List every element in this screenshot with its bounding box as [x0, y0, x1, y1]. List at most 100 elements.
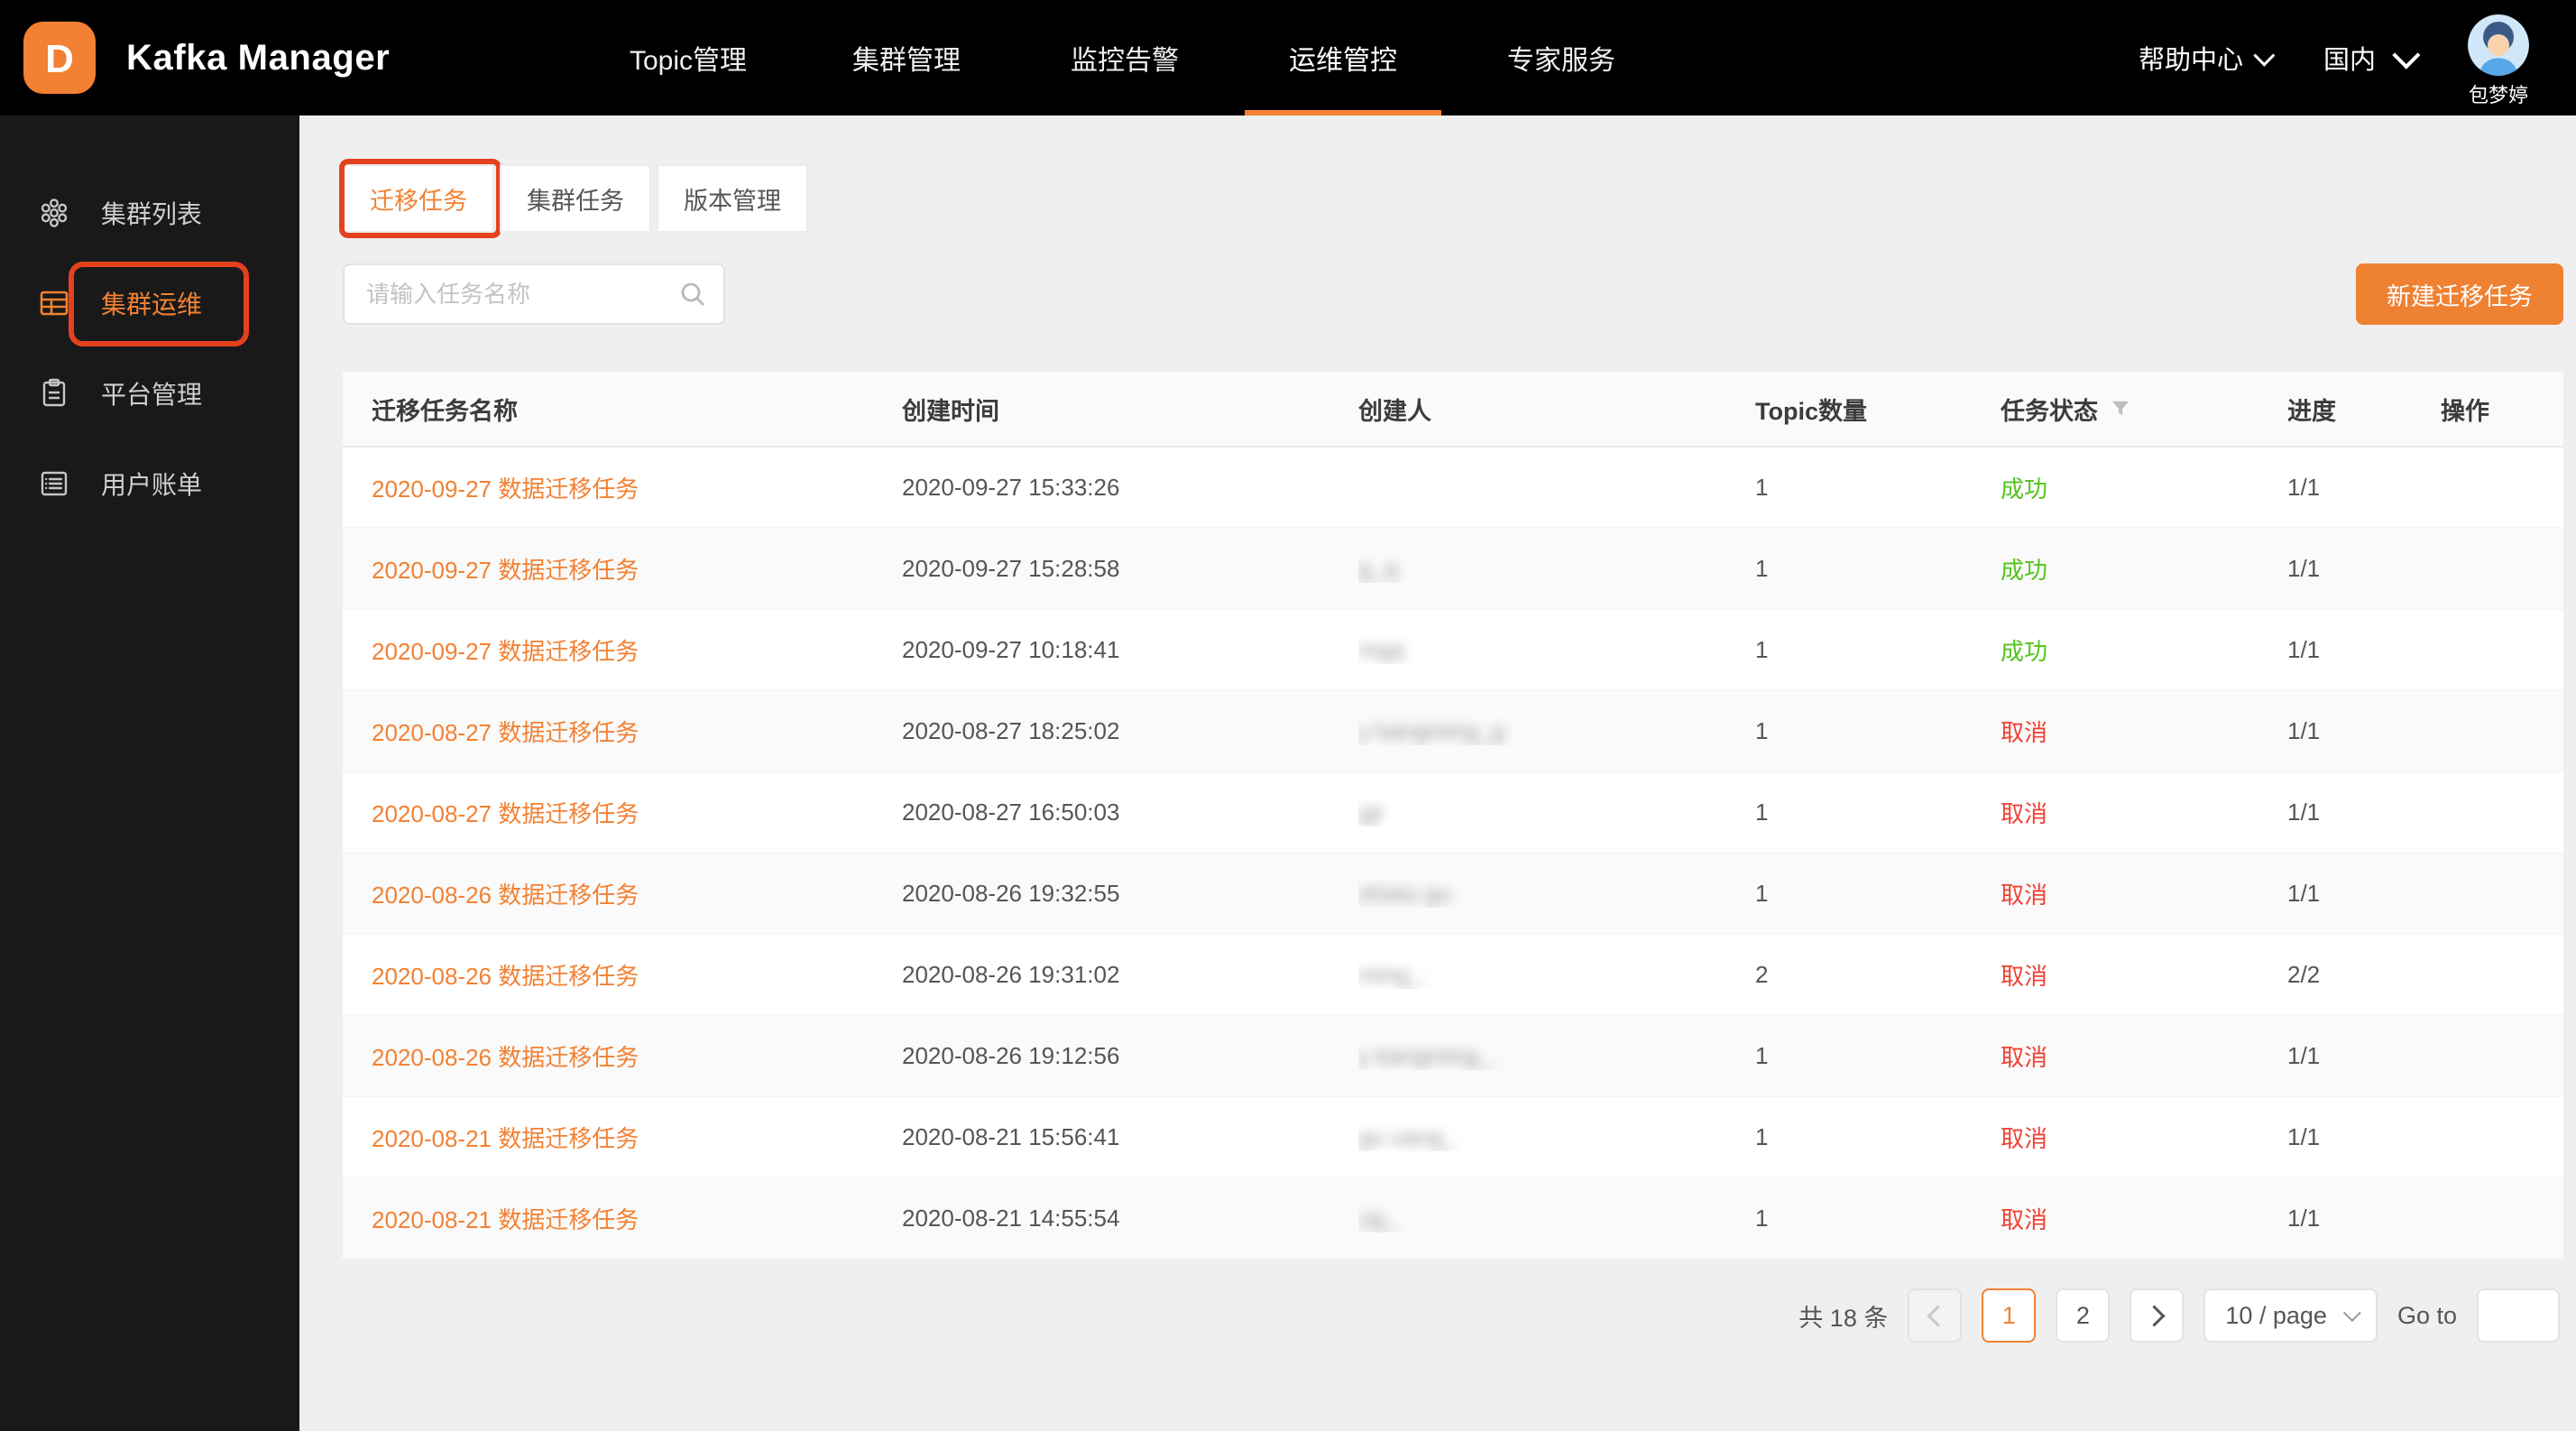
task-topic-count: 1: [1755, 717, 2001, 745]
search-icon[interactable]: [680, 282, 705, 307]
task-status: 成功: [2001, 552, 2287, 586]
tab-migration-tasks[interactable]: 迁移任务: [343, 164, 494, 233]
avatar[interactable]: [2468, 14, 2529, 76]
task-created-time: 2020-08-26 19:32:55: [902, 880, 1358, 908]
table-row: 2020-09-27 数据迁移任务 2020-09-27 15:28:58 g_…: [343, 529, 2563, 610]
chevron-down-icon: [2253, 44, 2275, 66]
task-name-link[interactable]: 2020-09-27 数据迁移任务: [372, 557, 639, 584]
user-billing-icon: [38, 467, 70, 500]
goto-label: Go to: [2397, 1302, 2457, 1330]
help-center-label: 帮助中心: [2139, 39, 2243, 77]
task-creator: gu uang_: [1358, 1123, 1755, 1151]
task-status: 取消: [2001, 958, 2287, 992]
task-name-link[interactable]: 2020-09-27 数据迁移任务: [372, 475, 639, 503]
region-menu[interactable]: 国内: [2323, 39, 2414, 77]
cluster-ops-icon: [38, 287, 70, 319]
tab-label: 迁移任务: [370, 181, 467, 217]
task-topic-count: 1: [1755, 636, 2001, 664]
chevron-down-icon: [2392, 42, 2420, 69]
top-bar: D Kafka Manager Topic管理 集群管理 监控告警 运维管控 专…: [0, 0, 2576, 115]
task-progress: 1/1: [2287, 799, 2441, 826]
table-row: 2020-08-21 数据迁移任务 2020-08-21 14:55:54 ug…: [343, 1178, 2563, 1260]
task-name-link[interactable]: 2020-08-27 数据迁移任务: [372, 719, 639, 746]
page-size-value: 10 / page: [2225, 1302, 2327, 1330]
filter-icon[interactable]: [2111, 399, 2130, 419]
task-progress: 1/1: [2287, 1042, 2441, 1070]
table-row: 2020-08-27 数据迁移任务 2020-08-27 16:50:03 gj…: [343, 772, 2563, 854]
task-topic-count: 1: [1755, 799, 2001, 826]
total-count-text: 共 18 条: [1799, 1298, 1888, 1334]
app-logo-icon: D: [23, 22, 96, 94]
sidebar-item-cluster-ops[interactable]: 集群运维: [0, 260, 299, 346]
help-center-menu[interactable]: 帮助中心: [2139, 39, 2269, 77]
task-topic-count: 1: [1755, 555, 2001, 583]
page-button-1[interactable]: 1: [1982, 1288, 2036, 1343]
table-row: 2020-09-27 数据迁移任务 2020-09-27 15:33:26 1 …: [343, 448, 2563, 529]
nav-ops-control[interactable]: 运维管控: [1234, 0, 1452, 115]
prev-page-button[interactable]: [1908, 1288, 1962, 1343]
task-creator: ug_: [1358, 1205, 1755, 1233]
page-size-select[interactable]: 10 / page: [2203, 1288, 2378, 1343]
col-created-time: 创建时间: [902, 392, 1358, 427]
nav-monitor-alert[interactable]: 监控告警: [1016, 0, 1234, 115]
new-migration-task-button[interactable]: 新建迁移任务: [2356, 263, 2563, 325]
nav-cluster-manage[interactable]: 集群管理: [797, 0, 1016, 115]
kafka-manager-page: D Kafka Manager Topic管理 集群管理 监控告警 运维管控 专…: [0, 0, 2576, 1431]
task-created-time: 2020-08-26 19:12:56: [902, 1042, 1358, 1070]
task-created-time: 2020-08-26 19:31:02: [902, 961, 1358, 989]
svg-text:D: D: [45, 37, 74, 81]
platform-manage-icon: [38, 377, 70, 410]
task-creator: shislu gu: [1358, 880, 1755, 908]
goto-page-input[interactable]: [2477, 1288, 2560, 1343]
task-topic-count: 1: [1755, 1205, 2001, 1233]
col-task-status-label: 任务状态: [2001, 392, 2098, 427]
page-button-2[interactable]: 2: [2056, 1288, 2110, 1343]
task-name-link[interactable]: 2020-08-21 数据迁移任务: [372, 1206, 639, 1233]
task-status: 取消: [2001, 715, 2287, 748]
task-progress: 1/1: [2287, 474, 2441, 502]
task-name-link[interactable]: 2020-08-27 数据迁移任务: [372, 800, 639, 827]
sidebar-item-platform-manage[interactable]: 平台管理: [0, 350, 299, 437]
sidebar-item-cluster-list[interactable]: 集群列表: [0, 170, 299, 256]
task-creator: g_q: [1358, 555, 1755, 583]
task-progress: 1/1: [2287, 555, 2441, 583]
task-topic-count: 1: [1755, 880, 2001, 908]
table-row: 2020-08-21 数据迁移任务 2020-08-21 15:56:41 gu…: [343, 1097, 2563, 1178]
app-title: Kafka Manager: [126, 38, 390, 78]
task-status: 取消: [2001, 1039, 2287, 1073]
task-created-time: 2020-09-27 15:33:26: [902, 474, 1358, 502]
task-name-link[interactable]: 2020-08-21 数据迁移任务: [372, 1125, 639, 1152]
sidebar-item-label: 集群运维: [101, 285, 202, 321]
sidebar-item-label: 用户账单: [101, 466, 202, 502]
tab-version-manage[interactable]: 版本管理: [657, 164, 808, 233]
table-body: 2020-09-27 数据迁移任务 2020-09-27 15:33:26 1 …: [343, 448, 2563, 1260]
table-row: 2020-08-26 数据迁移任务 2020-08-26 19:12:56 y …: [343, 1016, 2563, 1097]
user-menu[interactable]: 包梦婷: [2468, 14, 2529, 108]
col-task-status: 任务状态: [2001, 392, 2287, 427]
migration-task-table: 迁移任务名称 创建时间 创建人 Topic数量 任务状态 进度 操作 2020-…: [343, 372, 2563, 1260]
user-name: 包梦婷: [2469, 79, 2528, 108]
table-row: 2020-08-27 数据迁移任务 2020-08-27 18:25:02 y …: [343, 691, 2563, 772]
task-status: 成功: [2001, 471, 2287, 504]
sidebar-item-user-billing[interactable]: 用户账单: [0, 440, 299, 527]
nav-topic-manage[interactable]: Topic管理: [579, 0, 797, 115]
col-task-name: 迁移任务名称: [343, 392, 902, 427]
col-topic-count: Topic数量: [1755, 392, 2001, 427]
chevron-left-icon: [1927, 1305, 1948, 1326]
task-name-link[interactable]: 2020-08-26 数据迁移任务: [372, 882, 639, 909]
nav-expert-service[interactable]: 专家服务: [1452, 0, 1670, 115]
task-name-link[interactable]: 2020-08-26 数据迁移任务: [372, 1044, 639, 1071]
task-creator: y kangming_.: [1358, 1042, 1755, 1070]
task-name-link[interactable]: 2020-08-26 数据迁移任务: [372, 963, 639, 990]
next-page-button[interactable]: [2130, 1288, 2184, 1343]
table-header-row: 迁移任务名称 创建时间 创建人 Topic数量 任务状态 进度 操作: [343, 372, 2563, 448]
task-name-link[interactable]: 2020-09-27 数据迁移任务: [372, 638, 639, 665]
task-topic-count: 1: [1755, 1123, 2001, 1151]
search-input[interactable]: [363, 279, 680, 310]
tab-cluster-tasks[interactable]: 集群任务: [500, 164, 651, 233]
task-progress: 1/1: [2287, 717, 2441, 745]
main-content: 迁移任务 集群任务 版本管理 新建迁移任务: [299, 115, 2576, 1431]
pagination: 共 18 条 1 2 10 / page Go to: [343, 1288, 2563, 1343]
col-operations: 操作: [2441, 392, 2563, 427]
task-topic-count: 1: [1755, 474, 2001, 502]
